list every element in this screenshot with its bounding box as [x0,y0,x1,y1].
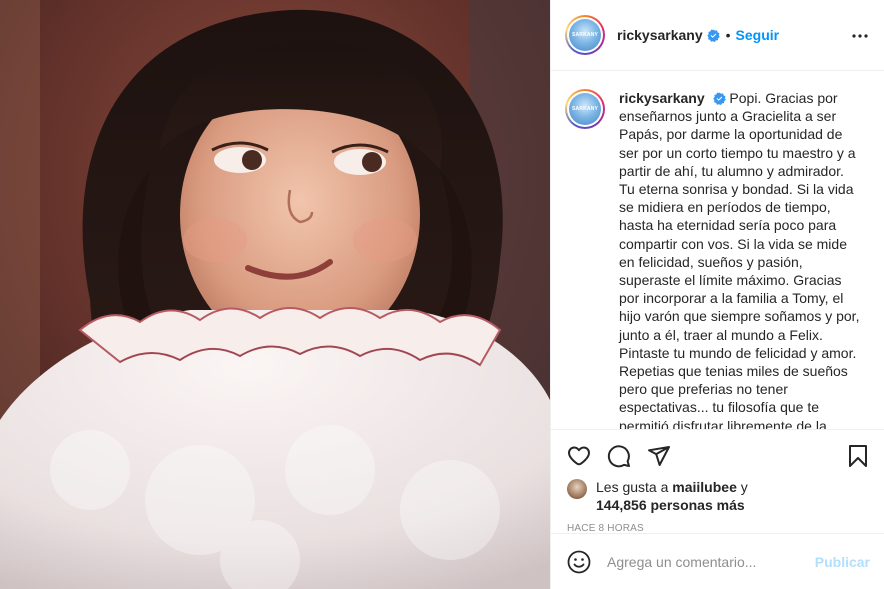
bookmark-icon[interactable] [846,444,870,468]
instagram-post: SARKANY rickysarkany • Seguir SARKANY ri… [0,0,884,589]
author-username[interactable]: rickysarkany [617,27,703,43]
post-photo[interactable] [0,0,550,589]
publish-button[interactable]: Publicar [815,554,870,570]
post-header: SARKANY rickysarkany • Seguir [551,0,884,71]
likes-count[interactable]: 144,856 personas más [596,497,745,513]
comment-box: Publicar [551,533,884,589]
caption-username[interactable]: rickysarkany [619,90,705,106]
caption-body: Popi. Gracias por enseñarnos junto a Gra… [619,90,860,430]
follow-button[interactable]: Seguir [736,27,780,43]
comment-input[interactable] [607,553,815,570]
likes-text: Les gusta a maiilubee y 144,856 personas … [596,479,748,513]
paper-plane-icon[interactable] [647,444,671,468]
caption-avatar-logo-text: SARKANY [571,106,599,112]
comment-bubble-icon[interactable] [607,444,631,468]
verified-badge-icon [706,28,720,42]
separator-dot: • [725,27,731,43]
action-bar [551,436,884,476]
author-avatar-image: SARKANY [569,19,601,51]
author-avatar[interactable]: SARKANY [565,15,605,55]
more-options-icon[interactable] [850,26,870,46]
post-details-panel: SARKANY rickysarkany • Seguir SARKANY ri… [550,0,884,589]
caption-avatar-image: SARKANY [569,93,601,125]
liker-username[interactable]: maiilubee [672,479,737,495]
emoji-icon[interactable] [567,550,591,574]
caption-author-avatar[interactable]: SARKANY [565,89,605,129]
caption-text: rickysarkany Popi. Gracias por enseñarno… [619,89,862,429]
heart-icon[interactable] [567,444,591,468]
avatar-logo-text: SARKANY [571,32,599,38]
likes-summary: Les gusta a maiilubee y 144,856 personas … [551,478,884,514]
caption-verified-badge-icon [712,92,726,105]
liker-avatar[interactable] [567,479,587,499]
caption-section: SARKANY rickysarkany Popi. Gracias por e… [551,71,884,430]
girl-portrait-image [0,0,550,589]
